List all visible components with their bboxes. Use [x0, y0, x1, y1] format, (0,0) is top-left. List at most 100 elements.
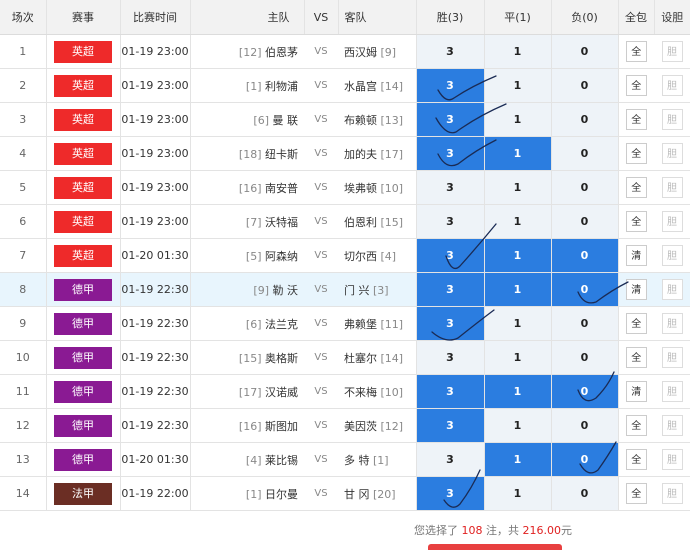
select-all-button[interactable]: 清	[625, 381, 647, 402]
away-rank: [13]	[380, 113, 404, 127]
option-lose[interactable]: 0	[550, 476, 618, 511]
confirm-button[interactable]	[428, 544, 562, 550]
option-lose[interactable]: 0	[550, 136, 618, 171]
match-time: 01-20 01:30	[120, 442, 191, 477]
option-lose[interactable]: 0	[550, 306, 618, 341]
table-row: 13 德甲 01-20 01:30 [4] 莱比锡 VS 多 特 [1] 3 1 0 全胆	[0, 442, 690, 477]
option-lose[interactable]: 0	[550, 374, 618, 409]
option-lose[interactable]: 0	[550, 68, 618, 103]
option-win[interactable]: 3	[415, 476, 484, 511]
banker-button[interactable]: 胆	[661, 381, 683, 402]
select-all-button[interactable]: 全	[625, 347, 647, 368]
table-row: 10 德甲 01-19 22:30 [15] 奥格斯 VS 杜塞尔 [14] 3 1 0 全胆	[0, 340, 690, 375]
table-row: 3 英超 01-19 23:00 [6] 曼 联 VS 布赖顿 [13] 3 1 0 全胆	[0, 102, 690, 137]
option-lose[interactable]: 0	[550, 204, 618, 239]
select-all-button[interactable]: 全	[625, 313, 647, 334]
select-all-button[interactable]: 全	[625, 483, 647, 504]
vs-label: VS	[304, 340, 338, 375]
home-name: 曼 联	[272, 113, 299, 127]
select-all-button[interactable]: 全	[625, 75, 647, 96]
table-header-row: 场次 赛事 比赛时间 主队 VS 客队 胜(3) 平(1) 负(0) 全包 设胆	[0, 0, 690, 35]
match-no: 10	[0, 340, 47, 375]
option-draw[interactable]: 1	[483, 442, 551, 477]
select-all-button[interactable]: 全	[625, 143, 647, 164]
option-draw[interactable]: 1	[483, 68, 551, 103]
option-win[interactable]: 3	[415, 102, 484, 137]
select-all-button[interactable]: 清	[625, 245, 647, 266]
away-team: 布赖顿 [13]	[338, 102, 416, 137]
option-lose[interactable]: 0	[550, 272, 618, 307]
banker-button[interactable]: 胆	[661, 347, 683, 368]
option-win[interactable]: 3	[415, 68, 484, 103]
option-draw[interactable]: 1	[483, 306, 551, 341]
banker-button[interactable]: 胆	[661, 211, 683, 232]
banker-button[interactable]: 胆	[661, 177, 683, 198]
match-time: 01-19 23:00	[120, 68, 191, 103]
option-lose[interactable]: 0	[550, 102, 618, 137]
banker-cell: 胆	[654, 408, 690, 443]
banker-button[interactable]: 胆	[661, 109, 683, 130]
option-win[interactable]: 3	[415, 442, 484, 477]
banker-button[interactable]: 胆	[661, 483, 683, 504]
option-win[interactable]: 3	[415, 170, 484, 205]
banker-button[interactable]: 胆	[661, 41, 683, 62]
banker-button[interactable]: 胆	[661, 75, 683, 96]
option-win[interactable]: 3	[415, 204, 484, 239]
table-row: 14 法甲 01-19 22:00 [1] 日尔曼 VS 甘 冈 [20] 3 1 0 全胆	[0, 476, 690, 511]
home-team: [17] 汉诺威	[190, 374, 304, 409]
option-draw[interactable]: 1	[483, 238, 551, 273]
banker-button[interactable]: 胆	[661, 279, 683, 300]
league-cell: 德甲	[46, 272, 121, 307]
option-win[interactable]: 3	[415, 306, 484, 341]
option-lose[interactable]: 0	[550, 340, 618, 375]
match-no: 4	[0, 136, 47, 171]
option-draw[interactable]: 1	[483, 272, 551, 307]
match-no: 8	[0, 272, 47, 307]
banker-cell: 胆	[654, 476, 690, 511]
option-draw[interactable]: 1	[483, 374, 551, 409]
away-name: 布赖顿	[344, 113, 377, 127]
option-draw[interactable]: 1	[483, 136, 551, 171]
header-home: 主队	[190, 0, 305, 35]
option-win[interactable]: 3	[415, 272, 484, 307]
all-cell: 全	[617, 442, 654, 477]
option-win[interactable]: 3	[415, 340, 484, 375]
vs-label: VS	[304, 476, 338, 511]
option-win[interactable]: 3	[415, 374, 484, 409]
option-draw[interactable]: 1	[483, 476, 551, 511]
banker-cell: 胆	[654, 272, 690, 307]
banker-button[interactable]: 胆	[661, 415, 683, 436]
option-draw[interactable]: 1	[483, 102, 551, 137]
option-lose[interactable]: 0	[550, 408, 618, 443]
option-win[interactable]: 3	[415, 34, 484, 69]
home-name: 纽卡斯	[265, 147, 298, 161]
select-all-button[interactable]: 全	[625, 415, 647, 436]
match-no: 11	[0, 374, 47, 409]
option-lose[interactable]: 0	[550, 238, 618, 273]
option-win[interactable]: 3	[415, 136, 484, 171]
option-lose[interactable]: 0	[550, 442, 618, 477]
option-draw[interactable]: 1	[483, 204, 551, 239]
select-all-button[interactable]: 清	[625, 279, 647, 300]
option-draw[interactable]: 1	[483, 340, 551, 375]
select-all-button[interactable]: 全	[625, 41, 647, 62]
select-all-button[interactable]: 全	[625, 449, 647, 470]
option-lose[interactable]: 0	[550, 170, 618, 205]
vs-label: VS	[304, 442, 338, 477]
banker-button[interactable]: 胆	[661, 245, 683, 266]
option-draw[interactable]: 1	[483, 170, 551, 205]
option-draw[interactable]: 1	[483, 34, 551, 69]
option-win[interactable]: 3	[415, 238, 484, 273]
select-all-button[interactable]: 全	[625, 211, 647, 232]
banker-button[interactable]: 胆	[661, 313, 683, 334]
home-team: [16] 南安普	[190, 170, 304, 205]
option-draw[interactable]: 1	[483, 408, 551, 443]
select-all-button[interactable]: 全	[625, 177, 647, 198]
option-lose[interactable]: 0	[550, 34, 618, 69]
option-win[interactable]: 3	[415, 408, 484, 443]
home-team: [18] 纽卡斯	[190, 136, 304, 171]
home-name: 南安普	[265, 181, 298, 195]
banker-button[interactable]: 胆	[661, 143, 683, 164]
select-all-button[interactable]: 全	[625, 109, 647, 130]
banker-button[interactable]: 胆	[661, 449, 683, 470]
